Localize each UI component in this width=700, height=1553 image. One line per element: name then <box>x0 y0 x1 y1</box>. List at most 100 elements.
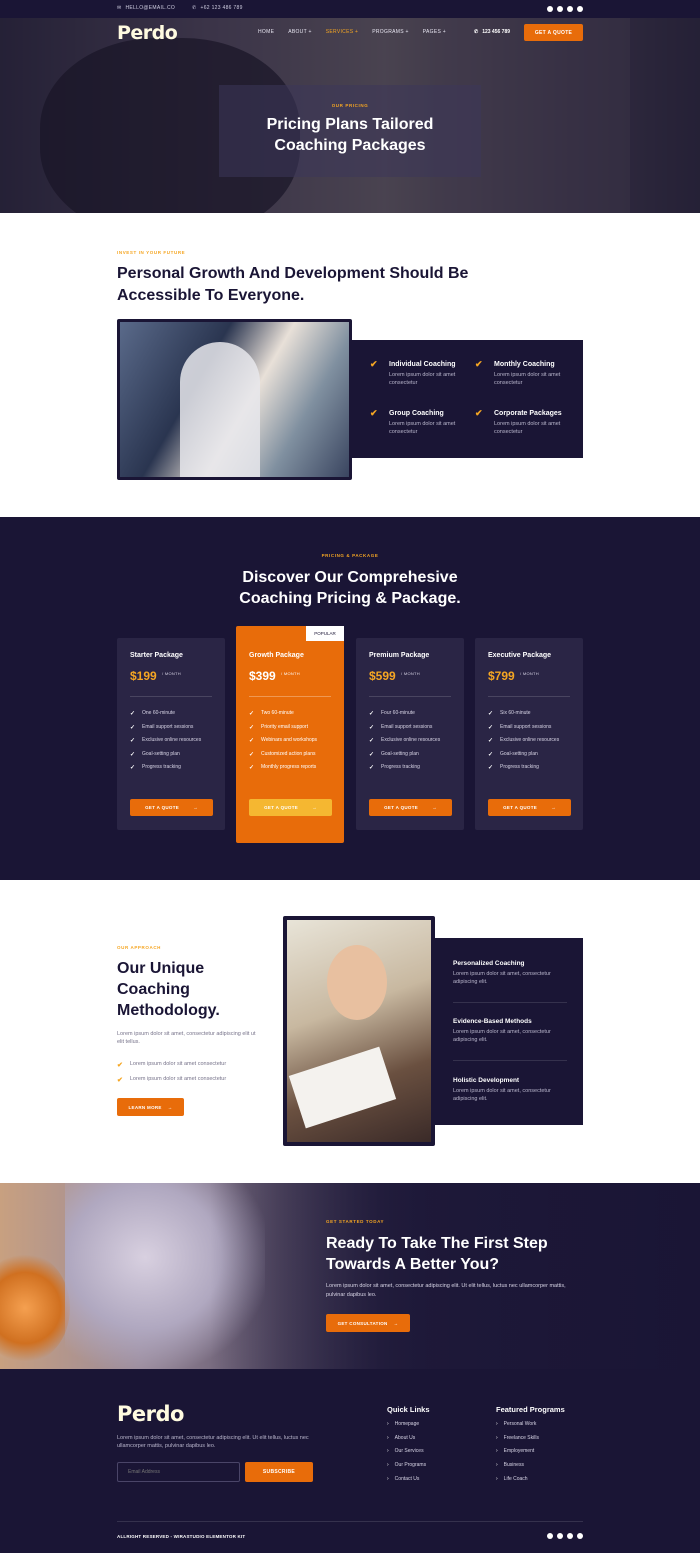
footer-link[interactable]: › Personal Work <box>496 1421 565 1435</box>
plan-card-growth: POPULAR Growth Package $399 / MONTH ✓ Two… <box>236 626 344 843</box>
footer-link[interactable]: › Our Programs <box>387 1462 430 1476</box>
arrow-right-icon: → <box>393 1320 399 1326</box>
popular-badge: POPULAR <box>306 626 344 641</box>
quick-links: Quick Links › Homepage › About Us › Our Ser… <box>387 1405 430 1489</box>
get-consultation-button[interactable]: GET CONSULTATION → <box>326 1314 410 1332</box>
footer-link[interactable]: › Our Services <box>387 1448 430 1462</box>
check-icon: ✓ <box>130 711 136 717</box>
top-phone[interactable]: ✆ +62 123 486 789 <box>192 5 243 11</box>
phone-icon: ✆ <box>192 5 197 11</box>
plan-feature: ✓ Email support sessions <box>369 724 440 738</box>
subscribe-button[interactable]: SUBSCRIBE <box>245 1462 313 1482</box>
divider <box>130 696 212 697</box>
check-icon: ✓ <box>249 765 255 772</box>
intro-section: INVEST IN YOUR FUTURE Personal Growth An… <box>0 213 700 517</box>
plan-quote-button[interactable]: GET A QUOTE → <box>369 799 452 816</box>
footer-link[interactable]: › Employement <box>496 1448 565 1462</box>
method-description: Lorem ipsum dolor sit amet, consectetur … <box>117 1031 256 1045</box>
top-bar: ✉ HELLO@EMAIL.CO ✆ +62 123 486 789 <box>0 0 700 18</box>
method-item-text: Lorem ipsum dolor sit amet, consectetur … <box>453 1088 551 1102</box>
hero-title-line1: Pricing Plans Tailored <box>266 116 434 133</box>
divider <box>249 696 331 697</box>
plan-feature: ✓ Webinars and workshops <box>249 737 317 751</box>
plan-features: ✓ Four 60-minute ✓ Email support sessions … <box>369 710 440 778</box>
plan-quote-button[interactable]: GET A QUOTE → <box>488 799 571 816</box>
footer-link[interactable]: › Business <box>496 1462 565 1476</box>
plan-feature: ✓ Goal-setting plan <box>130 751 201 765</box>
get-quote-button[interactable]: GET A QUOTE <box>524 24 583 41</box>
chevron-right-icon: › <box>387 1434 389 1441</box>
feature-item: ✔ Monthly Coaching Lorem ipsum dolor sit… <box>475 359 570 387</box>
method-item-text: Lorem ipsum dolor sit amet, consectetur … <box>453 971 551 985</box>
check-icon: ✓ <box>130 724 136 731</box>
plan-quote-button[interactable]: GET A QUOTE → <box>249 799 332 816</box>
arrow-right-icon: → <box>167 1104 173 1110</box>
plan-feature: ✓ Email support sessions <box>130 724 201 738</box>
plan-feature: ✓ Monthly progress reports <box>249 764 317 778</box>
phone-icon: ✆ <box>474 29 479 35</box>
pinterest-icon[interactable] <box>577 6 583 12</box>
footer-link[interactable]: › Contact Us <box>387 1476 430 1490</box>
cta-title: Ready To Take The First Step Towards A B… <box>326 1235 548 1273</box>
nav-programs[interactable]: PROGRAMS + <box>372 29 408 35</box>
coach-photo <box>117 319 352 480</box>
nav-home[interactable]: HOME <box>258 29 274 35</box>
method-bullet: ✔ Lorem ipsum dolor sit amet consectetur <box>117 1061 227 1069</box>
plan-price: $799 <box>488 669 515 683</box>
intro-title: Personal Growth And Development Should B… <box>117 265 469 304</box>
divider <box>369 696 451 697</box>
youtube-icon[interactable] <box>567 1533 573 1539</box>
check-icon: ✓ <box>369 738 375 745</box>
plan-feature: ✓ Progress tracking <box>488 764 559 778</box>
plan-feature: ✓ Two 60-minute <box>249 710 317 724</box>
divider <box>488 696 570 697</box>
plan-price: $399 <box>249 669 276 683</box>
pinterest-icon[interactable] <box>577 1533 583 1539</box>
facebook-icon[interactable] <box>547 1533 553 1539</box>
check-icon: ✓ <box>369 751 375 758</box>
cta-overlay <box>0 1183 700 1369</box>
nav-phone[interactable]: ✆ 123 456 789 <box>474 29 510 35</box>
facebook-icon[interactable] <box>547 6 553 12</box>
plan-feature: ✓ Email support sessions <box>488 724 559 738</box>
site-logo[interactable]: Perdo <box>117 22 178 44</box>
feature-item: ✔ Corporate Packages Lorem ipsum dolor s… <box>475 408 570 436</box>
quick-links-title: Quick Links <box>387 1405 430 1414</box>
top-email[interactable]: ✉ HELLO@EMAIL.CO <box>117 5 175 11</box>
footer-link[interactable]: › Freelance Skills <box>496 1435 565 1449</box>
nav-about[interactable]: ABOUT + <box>288 29 312 35</box>
footer-link[interactable]: › About Us <box>387 1435 430 1449</box>
coach-portrait <box>283 916 435 1146</box>
nav-phone-text: 123 456 789 <box>482 29 511 35</box>
twitter-icon[interactable] <box>557 6 563 12</box>
footer-link[interactable]: › Life Coach <box>496 1476 565 1490</box>
plan-period: / MONTH <box>162 671 181 676</box>
footer-logo[interactable]: Perdo <box>117 1402 184 1426</box>
youtube-icon[interactable] <box>567 6 573 12</box>
plan-quote-button[interactable]: GET A QUOTE → <box>130 799 213 816</box>
plan-features: ✓ Two 60-minute ✓ Priority email support ✓… <box>249 710 317 778</box>
method-item: Evidence-Based Methods Lorem ipsum dolor… <box>453 1018 567 1044</box>
check-icon: ✓ <box>130 765 136 772</box>
footer-link[interactable]: › Homepage <box>387 1421 430 1435</box>
learn-more-button[interactable]: LEARN MORE → <box>117 1098 184 1116</box>
email-field[interactable] <box>117 1462 240 1482</box>
check-icon: ✔ <box>475 359 483 369</box>
nav-pages[interactable]: PAGES + <box>423 29 446 35</box>
intro-eyebrow: INVEST IN YOUR FUTURE <box>117 250 186 255</box>
twitter-icon[interactable] <box>557 1533 563 1539</box>
nav-services[interactable]: SERVICES + <box>326 29 359 35</box>
feature-item: ✔ Individual Coaching Lorem ipsum dolor … <box>370 359 465 387</box>
chevron-right-icon: › <box>387 1475 389 1482</box>
plan-feature: ✓ Six 60-minute <box>488 710 559 724</box>
chevron-right-icon: › <box>496 1421 498 1427</box>
hero: Perdo HOME ABOUT + SERVICES + PROGRAMS +… <box>0 18 700 213</box>
plan-features: ✓ One 60-minute ✓ Email support sessions ✓… <box>130 710 201 778</box>
plan-feature: ✓ Progress tracking <box>369 764 440 778</box>
check-icon: ✓ <box>249 711 255 717</box>
check-icon: ✓ <box>249 724 255 731</box>
method-item: Personalized Coaching Lorem ipsum dolor … <box>453 960 567 986</box>
plan-name: Premium Package <box>369 652 430 659</box>
plan-feature: ✓ Priority email support <box>249 724 317 738</box>
hero-eyebrow: OUR PRICING <box>331 103 369 108</box>
